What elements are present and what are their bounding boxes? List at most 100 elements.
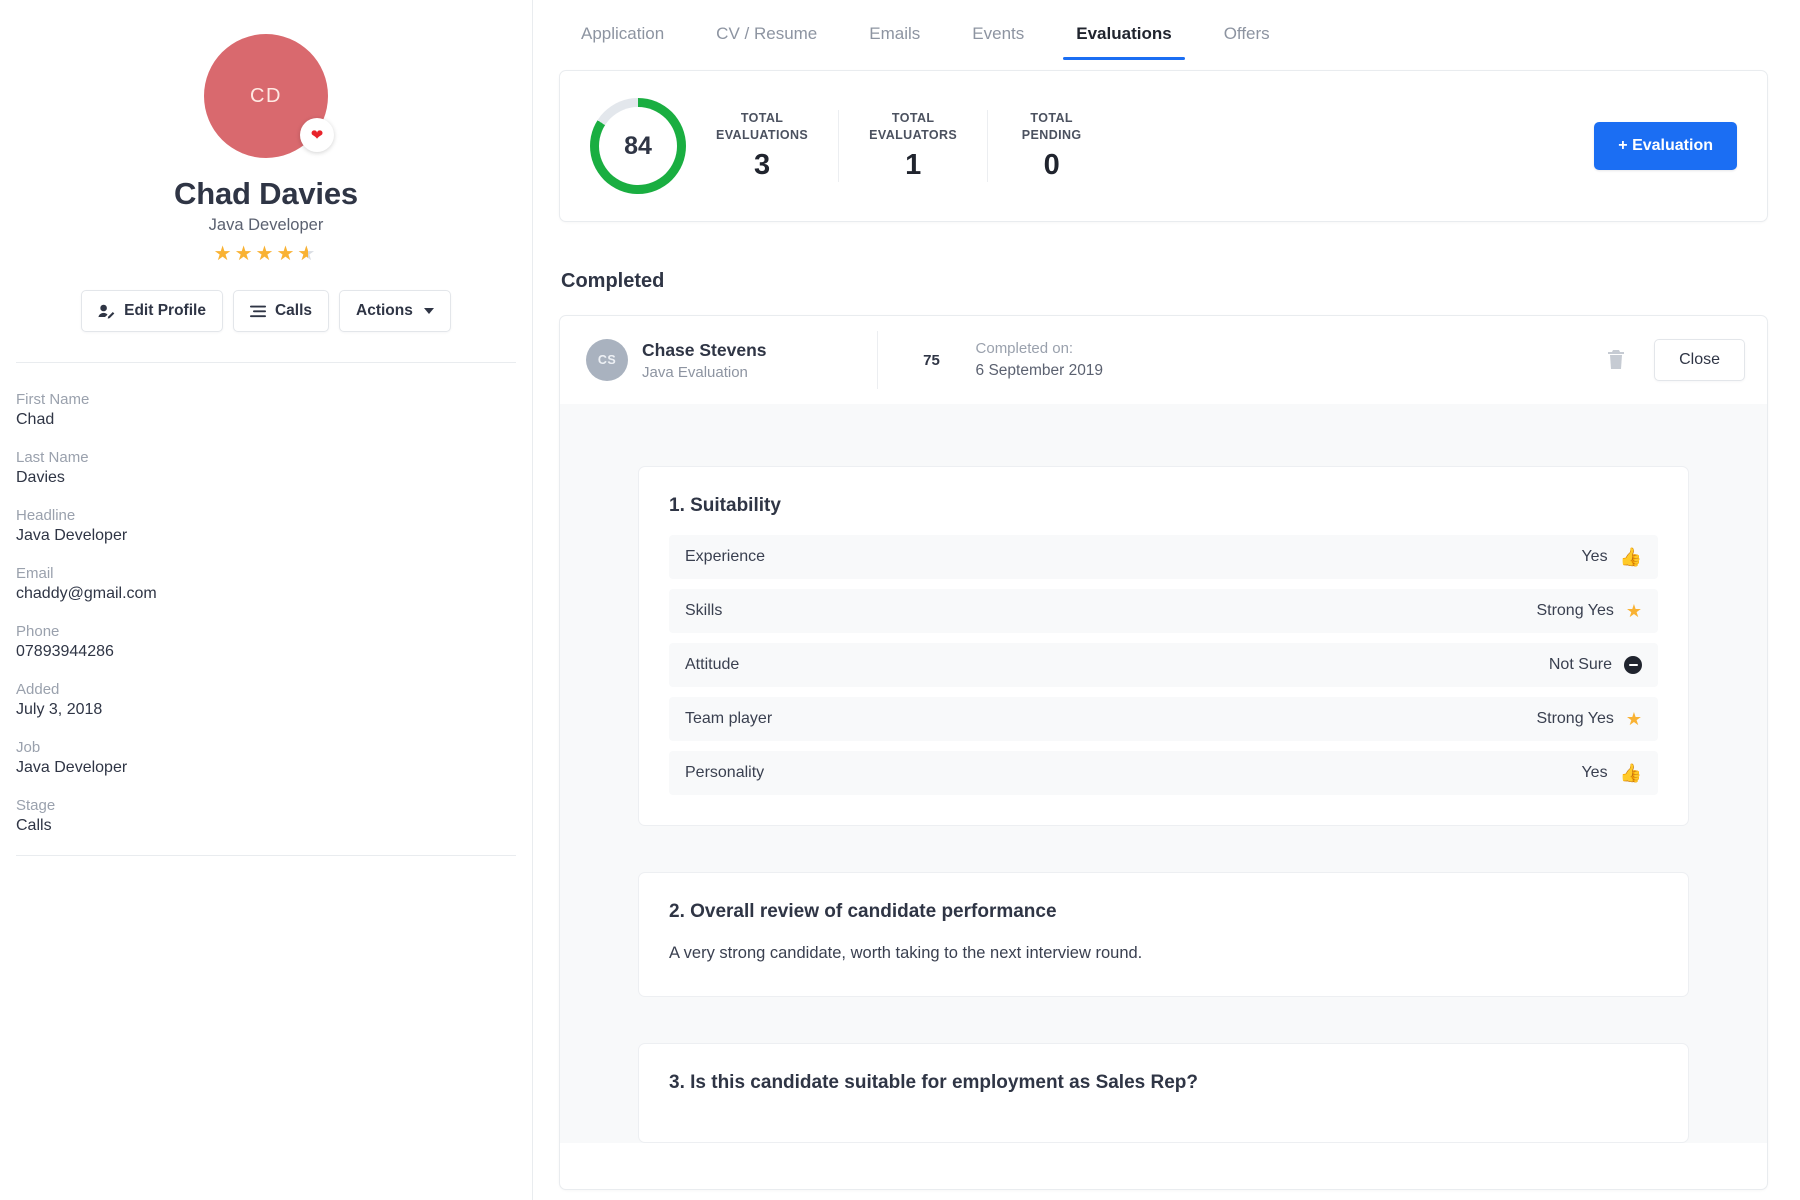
field-value: Davies [16, 469, 516, 487]
field-label: Last Name [16, 449, 516, 466]
field-first-name: First Name Chad [16, 391, 516, 429]
star-icon-4: ★ [276, 243, 297, 265]
add-evaluation-button[interactable]: + Evaluation [1594, 122, 1737, 170]
evaluator-info: Chase Stevens Java Evaluation [642, 340, 767, 381]
rating-row-personality: Personality Yes 👍 [669, 751, 1658, 795]
stat-label-line2: EVALUATIONS [716, 128, 808, 142]
rating-right: Strong Yes ★ [1536, 602, 1642, 620]
section-answer: A very strong candidate, worth taking to… [669, 941, 1658, 966]
actions-dropdown-button[interactable]: Actions [339, 290, 451, 332]
field-label: Job [16, 739, 516, 756]
stat-label: TOTAL PENDING [1018, 110, 1085, 144]
main-panel: Application CV / Resume Emails Events Ev… [533, 0, 1800, 1200]
tab-bar: Application CV / Resume Emails Events Ev… [533, 0, 1800, 62]
field-label: Stage [16, 797, 516, 814]
rating-name: Skills [685, 602, 722, 620]
close-button[interactable]: Close [1654, 339, 1745, 381]
completed-on-date: 6 September 2019 [976, 360, 1104, 382]
rating-name: Experience [685, 548, 765, 566]
rating-name: Personality [685, 764, 764, 782]
edit-profile-label: Edit Profile [124, 302, 206, 320]
field-email: Email chaddy@gmail.com [16, 565, 516, 603]
completed-on: Completed on: 6 September 2019 [976, 338, 1104, 382]
stat-label: TOTAL EVALUATIONS [716, 110, 808, 144]
chevron-down-icon [424, 308, 434, 314]
rating-row-skills: Skills Strong Yes ★ [669, 589, 1658, 633]
rating-name: Team player [685, 710, 772, 728]
field-headline: Headline Java Developer [16, 507, 516, 545]
rating-value: Yes [1581, 764, 1607, 782]
completed-on-label: Completed on: [976, 338, 1104, 360]
field-job: Job Java Developer [16, 739, 516, 777]
minus-circle-icon [1624, 656, 1642, 674]
rating-right: Yes 👍 [1581, 764, 1642, 782]
section-title: 2. Overall review of candidate performan… [669, 901, 1658, 923]
stat-total-evaluations: TOTAL EVALUATIONS 3 [686, 110, 838, 183]
field-label: Headline [16, 507, 516, 524]
stat-label-line1: TOTAL [892, 111, 935, 125]
avatar-wrapper: CD ❤ [204, 34, 328, 158]
tab-events[interactable]: Events [946, 18, 1050, 60]
field-value: July 3, 2018 [16, 701, 516, 719]
evaluation-card: CS Chase Stevens Java Evaluation 75 Comp… [559, 315, 1768, 1190]
stat-total-pending: TOTAL PENDING 0 [987, 110, 1115, 183]
tab-emails[interactable]: Emails [843, 18, 946, 60]
field-label: First Name [16, 391, 516, 408]
star-icon-1: ★ [214, 243, 235, 265]
field-last-name: Last Name Davies [16, 449, 516, 487]
rating-name: Attitude [685, 656, 739, 674]
star-icon: ★ [1626, 710, 1642, 728]
list-icon [250, 305, 266, 318]
heart-icon[interactable]: ❤ [300, 118, 334, 152]
field-value: Chad [16, 411, 516, 429]
evaluation-summary-card: 84 TOTAL EVALUATIONS 3 TOTAL EVALUATORS … [559, 70, 1768, 222]
completed-heading: Completed [561, 270, 1800, 293]
thumbs-up-icon: 👍 [1620, 548, 1642, 566]
star-icon-half: ★ [297, 244, 318, 264]
tab-evaluations[interactable]: Evaluations [1050, 18, 1197, 60]
page-title: Chad Davies [0, 176, 532, 212]
star-icon-3: ★ [256, 243, 277, 265]
user-edit-icon [98, 304, 115, 319]
stat-value: 1 [869, 149, 957, 182]
field-value: Calls [16, 817, 516, 835]
calls-label: Calls [275, 302, 312, 320]
evaluation-type: Java Evaluation [642, 364, 767, 381]
avatar-initials: CD [250, 85, 282, 108]
tab-application[interactable]: Application [555, 18, 690, 60]
header-divider [877, 331, 878, 389]
stat-value: 3 [716, 149, 808, 182]
profile-header: CD ❤ Chad Davies Java Developer ★★★★★ Ed… [0, 0, 532, 332]
evaluation-score-value: 75 [910, 338, 954, 382]
evaluator-name: Chase Stevens [642, 340, 767, 361]
tab-offers[interactable]: Offers [1198, 18, 1296, 60]
field-stage: Stage Calls [16, 797, 516, 835]
section-title: 1. Suitability [669, 495, 1658, 517]
field-label: Email [16, 565, 516, 582]
section-suitability: 1. Suitability Experience Yes 👍 Skills S… [638, 466, 1689, 826]
rating-row-team-player: Team player Strong Yes ★ [669, 697, 1658, 741]
edit-profile-button[interactable]: Edit Profile [81, 290, 223, 332]
field-added: Added July 3, 2018 [16, 681, 516, 719]
stat-label-line2: EVALUATORS [869, 128, 957, 142]
tab-cv-resume[interactable]: CV / Resume [690, 18, 843, 60]
field-value: chaddy@gmail.com [16, 585, 516, 603]
candidate-evaluations-page: CD ❤ Chad Davies Java Developer ★★★★★ Ed… [0, 0, 1800, 1200]
field-value: 07893944286 [16, 643, 516, 661]
calls-button[interactable]: Calls [233, 290, 329, 332]
section-overall-review: 2. Overall review of candidate performan… [638, 872, 1689, 997]
trash-icon[interactable] [1600, 343, 1632, 377]
evaluation-body: 1. Suitability Experience Yes 👍 Skills S… [560, 404, 1767, 1143]
candidate-role: Java Developer [0, 216, 532, 235]
rating-value: Strong Yes [1536, 710, 1613, 728]
rating-row-attitude: Attitude Not Sure [669, 643, 1658, 687]
candidate-fields: First Name Chad Last Name Davies Headlin… [0, 363, 532, 835]
rating-stars: ★★★★★ [0, 244, 532, 264]
rating-value: Yes [1581, 548, 1607, 566]
profile-actions: Edit Profile Calls Actions [0, 290, 532, 332]
field-value: Java Developer [16, 759, 516, 777]
rating-value: Not Sure [1549, 656, 1612, 674]
star-icon-2: ★ [235, 243, 256, 265]
evaluation-card-header: CS Chase Stevens Java Evaluation 75 Comp… [560, 316, 1767, 404]
evaluator-avatar: CS [586, 339, 628, 381]
